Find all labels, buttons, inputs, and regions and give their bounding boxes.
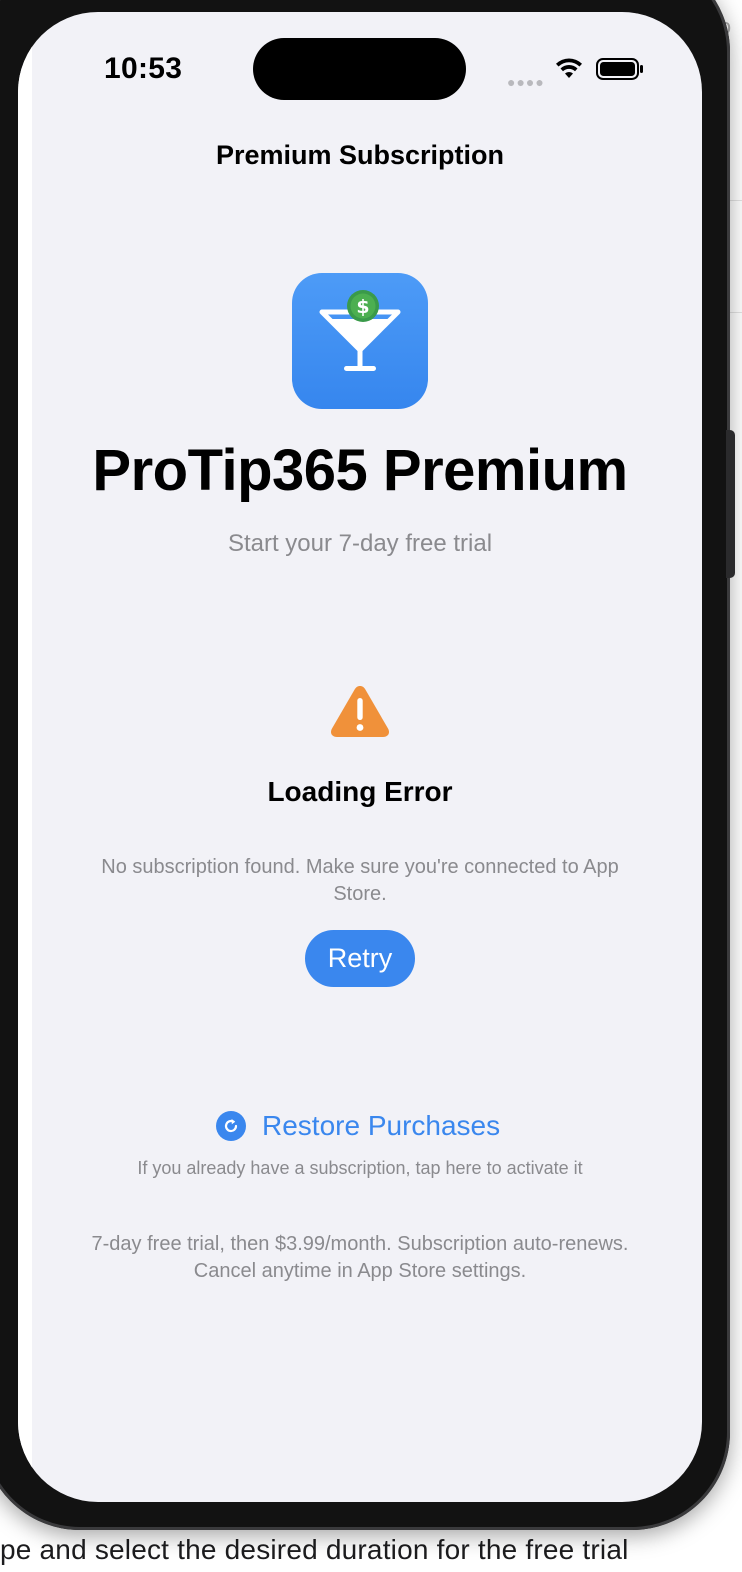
subscription-terms: 7-day free trial, then $3.99/month. Subs… [91,1233,629,1282]
wifi-icon [556,58,582,78]
background-caption: pe and select the desired duration for t… [0,1534,629,1565]
restore-purchases-button[interactable]: Restore Purchases [216,1106,500,1146]
restore-hint: If you already have a subscription, tap … [137,1158,583,1178]
page-title: Premium Subscription [215,140,505,170]
phone-side-button [726,430,735,578]
warning-triangle-icon [330,686,390,737]
restore-arrow-icon [216,1111,246,1141]
dynamic-island [253,38,466,100]
retry-button[interactable]: Retry [305,930,415,987]
screen-edge-strip [18,12,32,1502]
restore-purchases-label: Restore Purchases [262,1110,501,1141]
app-title: ProTip365 Premium [92,438,628,503]
app-logo: $ [292,273,428,409]
trial-subtitle: Start your 7-day free trial [227,530,493,557]
error-message: No subscription found. Make sure you're … [101,856,619,905]
martini-glass-dollar-icon: $ [319,290,401,371]
phone-screen: 10:53 ●●●● Premium Subscription $ ProTip… [18,12,702,1502]
battery-icon [596,58,643,80]
error-title: Loading Error [267,776,453,807]
svg-text:$: $ [356,296,369,318]
status-time: 10:53 [104,52,183,85]
cellular-signal-icon: ●●●● [507,74,545,90]
